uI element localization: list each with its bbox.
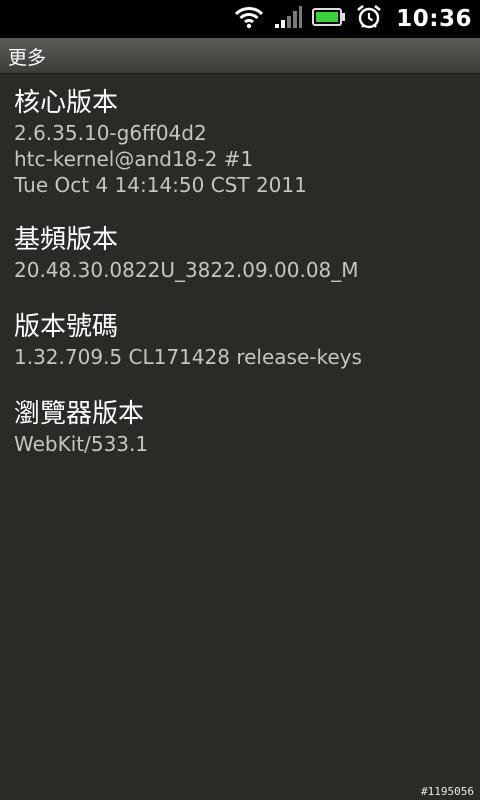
watermark: #1195056 <box>421 785 474 798</box>
item-title: 基頻版本 <box>14 225 119 255</box>
item-value: Tue Oct 4 14:14:50 CST 2011 <box>14 173 307 197</box>
page-title: 更多 <box>8 47 47 69</box>
list-item-kernel-version: 核心版本 2.6.35.10-g6ff04d2 htc-kernel@and18… <box>14 86 307 198</box>
item-value: 2.6.35.10-g6ff04d2 <box>14 121 207 145</box>
list-item-baseband-version: 基頻版本 20.48.30.0822U_3822.09.00.08_M <box>14 223 359 283</box>
status-bar: 10:36 <box>0 0 480 38</box>
list-item-build-number: 版本號碼 1.32.709.5 CL171428 release-keys <box>14 310 362 370</box>
item-value: htc-kernel@and18-2 #1 <box>14 147 254 171</box>
signal-icon <box>274 5 303 33</box>
item-value: 1.32.709.5 CL171428 release-keys <box>14 345 362 369</box>
item-value: WebKit/533.1 <box>14 432 149 456</box>
list-item-browser-version: 瀏覽器版本 WebKit/533.1 <box>14 397 148 457</box>
battery-icon <box>312 7 346 31</box>
item-title: 核心版本 <box>14 88 119 118</box>
alarm-icon <box>356 4 382 34</box>
status-clock: 10:36 <box>396 6 472 32</box>
item-title: 版本號碼 <box>14 312 119 342</box>
title-bar: 更多 <box>0 38 480 74</box>
wifi-icon <box>234 5 264 33</box>
item-value: 20.48.30.0822U_3822.09.00.08_M <box>14 258 359 282</box>
status-icons: 10:36 <box>224 0 472 38</box>
item-title: 瀏覽器版本 <box>14 399 145 429</box>
